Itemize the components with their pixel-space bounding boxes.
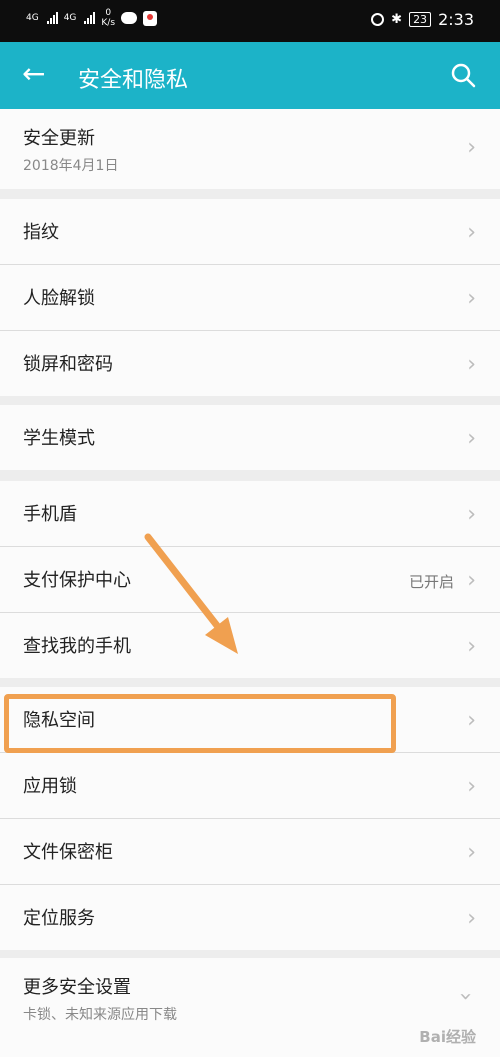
chevron-right-icon: › [467, 840, 476, 865]
annotation-highlight-box [4, 694, 396, 753]
watermark: Bai经验 [419, 1028, 476, 1046]
setting-row-location[interactable]: 定位服务 › [0, 884, 500, 950]
signal-icon [46, 12, 58, 24]
group-student: 学生模式 › [0, 405, 500, 470]
setting-row-student-mode[interactable]: 学生模式 › [0, 405, 500, 470]
page-title: 安全和隐私 [78, 68, 189, 93]
alarm-icon [371, 13, 385, 26]
setting-label: 更多安全设置 [23, 977, 131, 998]
setting-subtitle: 2018年4月1日 [23, 158, 119, 174]
setting-label: 安全更新 [23, 128, 95, 149]
setting-row-security-update[interactable]: 安全更新 2018年4月1日 › [0, 109, 500, 189]
setting-label: 应用锁 [23, 776, 77, 797]
setting-label: 定位服务 [23, 908, 95, 929]
speed-value: 0 [105, 8, 112, 18]
setting-row-find-my-phone[interactable]: 查找我的手机 › [0, 612, 500, 678]
setting-label: 学生模式 [23, 428, 95, 449]
setting-label: 支付保护中心 [23, 570, 131, 591]
setting-label: 文件保密柜 [23, 842, 113, 863]
setting-subtitle: 卡锁、未知来源应用下载 [23, 1007, 177, 1023]
status-right: ✱ 23 2:33 [371, 10, 474, 29]
chevron-right-icon: › [467, 220, 476, 245]
setting-label: 手机盾 [23, 504, 77, 525]
chevron-right-icon: › [467, 352, 476, 377]
setting-row-app-lock[interactable]: 应用锁 › [0, 752, 500, 818]
status-bar: 4G 4G 0 K/s ✱ 23 2:33 [0, 0, 500, 42]
bluetooth-icon: ✱ [391, 12, 403, 27]
group-security-update: 安全更新 2018年4月1日 › [0, 109, 500, 189]
network-type-1: 4G [26, 13, 39, 23]
battery-level: 23 [409, 12, 432, 27]
setting-label: 锁屏和密码 [23, 354, 113, 375]
maps-icon [143, 10, 158, 26]
app-bar: ← 安全和隐私 [0, 42, 500, 109]
setting-row-fingerprint[interactable]: 指纹 › [0, 199, 500, 264]
chevron-right-icon: › [467, 906, 476, 931]
chevron-right-icon: › [467, 634, 476, 659]
speed-unit: K/s [101, 18, 116, 28]
setting-status: 已开启 [408, 573, 454, 591]
signal-icon-2 [84, 12, 96, 24]
clock: 2:33 [438, 10, 474, 29]
network-speed: 0 K/s [101, 8, 115, 28]
status-left: 4G 4G 0 K/s [26, 8, 158, 28]
chevron-right-icon: › [467, 568, 476, 593]
setting-label: 人脸解锁 [23, 288, 95, 309]
message-icon [121, 12, 138, 24]
setting-label: 指纹 [23, 222, 59, 243]
search-icon[interactable] [450, 62, 476, 88]
chevron-down-icon: › [453, 992, 479, 1001]
setting-row-face-unlock[interactable]: 人脸解锁 › [0, 264, 500, 330]
chevron-right-icon: › [467, 426, 476, 451]
chevron-right-icon: › [467, 286, 476, 311]
chevron-right-icon: › [467, 708, 476, 733]
setting-row-payment-protection[interactable]: 支付保护中心 已开启 › [0, 546, 500, 612]
setting-row-file-safe[interactable]: 文件保密柜 › [0, 818, 500, 884]
network-type-2: 4G [63, 13, 77, 23]
back-arrow-icon[interactable]: ← [22, 60, 45, 88]
group-phone-security: 手机盾 › 支付保护中心 已开启 › 查找我的手机 › [0, 481, 500, 678]
chevron-right-icon: › [467, 774, 476, 799]
setting-label: 查找我的手机 [23, 636, 131, 657]
group-unlock: 指纹 › 人脸解锁 › 锁屏和密码 › [0, 199, 500, 396]
setting-row-lock-screen[interactable]: 锁屏和密码 › [0, 330, 500, 396]
chevron-right-icon: › [467, 135, 476, 160]
chevron-right-icon: › [467, 502, 476, 527]
setting-row-phone-shield[interactable]: 手机盾 › [0, 481, 500, 546]
